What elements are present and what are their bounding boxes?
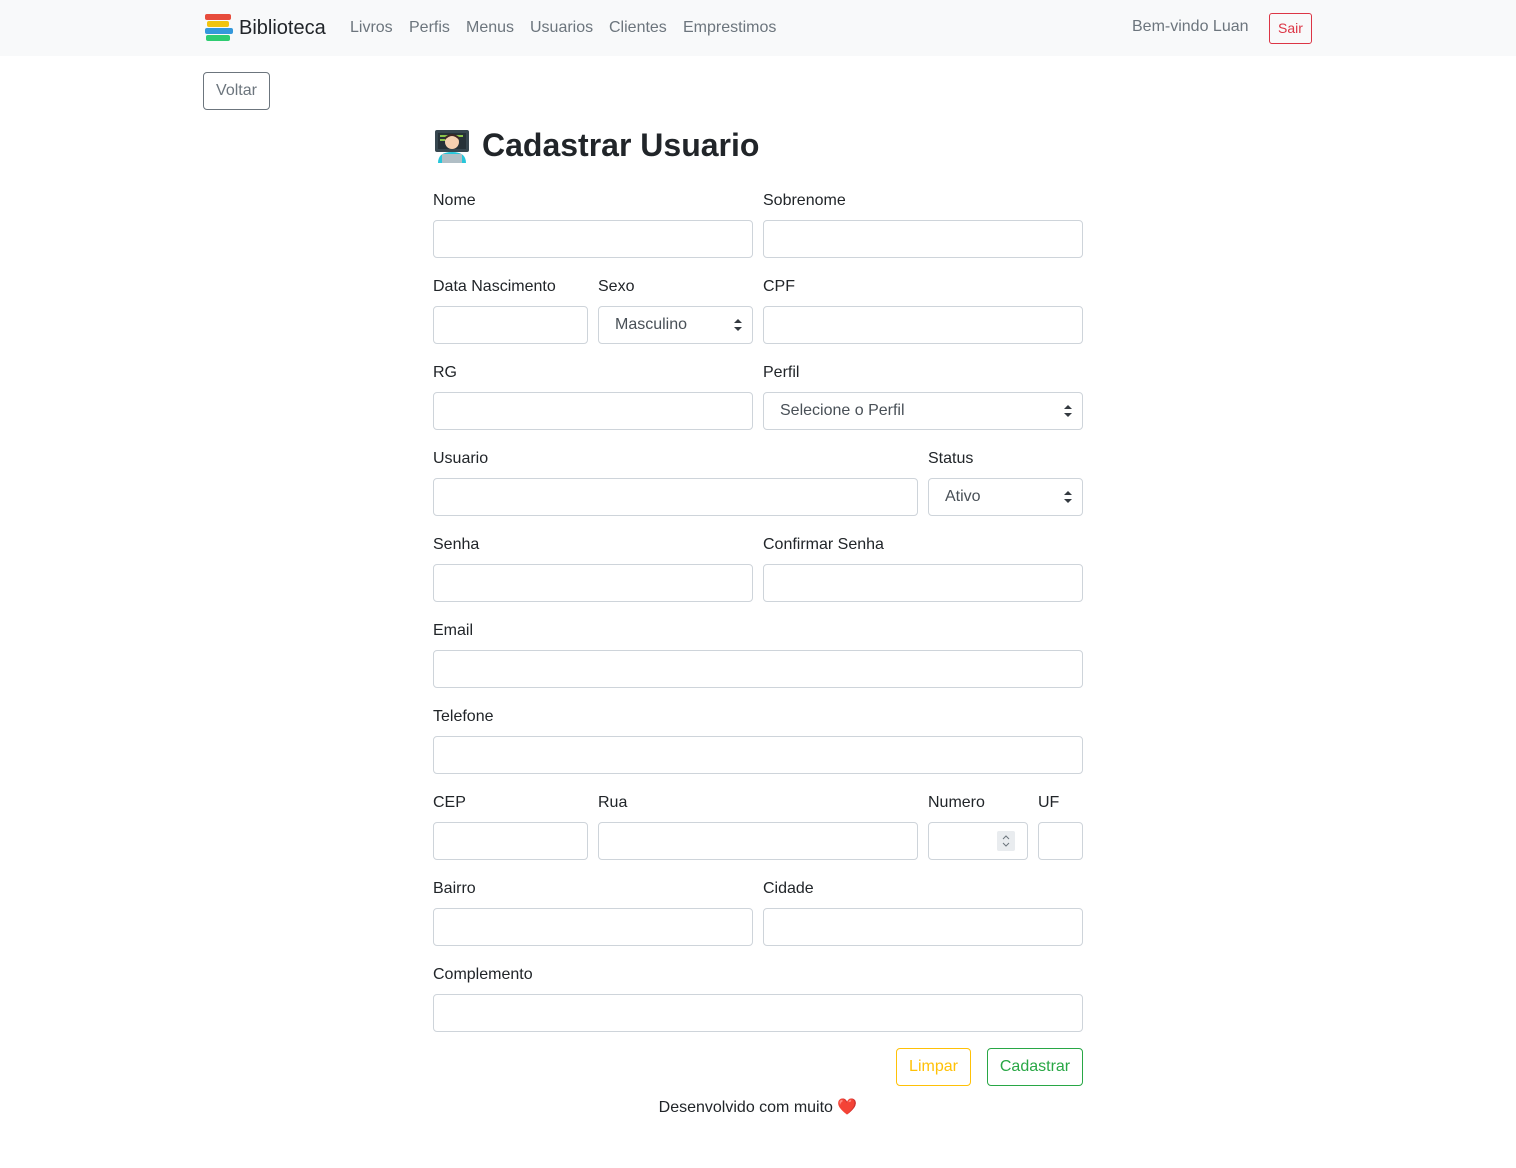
brand-link[interactable]: Biblioteca: [203, 11, 326, 45]
submit-button[interactable]: Cadastrar: [987, 1048, 1083, 1086]
numero-label: Numero: [928, 794, 985, 811]
sexo-select-value: Masculino: [615, 316, 688, 333]
bairro-input[interactable]: [433, 908, 753, 946]
rua-input[interactable]: [598, 822, 918, 860]
select-caret-icon: [734, 319, 742, 331]
uf-input[interactable]: [1038, 822, 1083, 860]
navbar: Biblioteca Livros Perfis Menus Usuarios …: [0, 0, 1516, 56]
cidade-input[interactable]: [763, 908, 1083, 946]
select-caret-icon: [1064, 405, 1072, 417]
nav-link-usuarios[interactable]: Usuarios: [530, 18, 593, 38]
nav-link-emprestimos[interactable]: Emprestimos: [683, 18, 776, 38]
select-caret-icon: [1064, 491, 1072, 503]
nome-label: Nome: [433, 192, 476, 209]
status-select[interactable]: Ativo: [928, 478, 1083, 516]
nav-link-clientes[interactable]: Clientes: [609, 18, 667, 38]
welcome-text: Bem-vindo Luan: [1132, 18, 1249, 35]
complemento-input[interactable]: [433, 994, 1083, 1032]
number-spinner-icon[interactable]: [997, 831, 1015, 851]
sobrenome-input[interactable]: [763, 220, 1083, 258]
logout-button[interactable]: Sair: [1269, 13, 1312, 44]
perfil-select-value: Selecione o Perfil: [780, 402, 905, 419]
data-nascimento-label: Data Nascimento: [433, 278, 556, 295]
email-input[interactable]: [433, 650, 1083, 688]
nome-input[interactable]: [433, 220, 753, 258]
back-button[interactable]: Voltar: [203, 72, 270, 110]
status-select-value: Ativo: [945, 488, 981, 505]
perfil-select[interactable]: Selecione o Perfil: [763, 392, 1083, 430]
brand-label: Biblioteca: [239, 16, 326, 39]
confirmar-senha-input[interactable]: [763, 564, 1083, 602]
sexo-label: Sexo: [598, 278, 635, 295]
footer: Desenvolvido com muito ❤️: [0, 1098, 1516, 1118]
cep-input[interactable]: [433, 822, 588, 860]
data-nascimento-input[interactable]: [433, 306, 588, 344]
senha-input[interactable]: [433, 564, 753, 602]
technologist-icon: [433, 126, 471, 164]
cidade-label: Cidade: [763, 880, 814, 897]
usuario-input[interactable]: [433, 478, 918, 516]
cpf-label: CPF: [763, 278, 795, 295]
page-title-text: Cadastrar Usuario: [482, 126, 760, 163]
sexo-select[interactable]: Masculino: [598, 306, 753, 344]
footer-text: Desenvolvido com muito: [658, 1099, 833, 1116]
heart-icon: ❤️: [837, 1099, 858, 1116]
books-icon: [203, 12, 235, 44]
rg-input[interactable]: [433, 392, 753, 430]
email-label: Email: [433, 622, 474, 639]
telefone-input[interactable]: [433, 736, 1083, 774]
page-title: Cadastrar Usuario: [433, 124, 759, 166]
cep-label: CEP: [433, 794, 466, 811]
perfil-label: Perfil: [763, 364, 800, 381]
bairro-label: Bairro: [433, 880, 476, 897]
rg-label: RG: [433, 364, 457, 381]
sobrenome-label: Sobrenome: [763, 192, 846, 209]
status-label: Status: [928, 450, 974, 467]
cpf-input[interactable]: [763, 306, 1083, 344]
usuario-label: Usuario: [433, 450, 489, 467]
nav-link-perfis[interactable]: Perfis: [409, 18, 450, 38]
uf-label: UF: [1038, 794, 1060, 811]
senha-label: Senha: [433, 536, 480, 553]
rua-label: Rua: [598, 794, 628, 811]
nav-link-livros[interactable]: Livros: [350, 18, 393, 38]
telefone-label: Telefone: [433, 708, 494, 725]
nav-link-menus[interactable]: Menus: [466, 18, 514, 38]
confirmar-senha-label: Confirmar Senha: [763, 536, 884, 553]
clear-button[interactable]: Limpar: [896, 1048, 971, 1086]
complemento-label: Complemento: [433, 966, 533, 983]
